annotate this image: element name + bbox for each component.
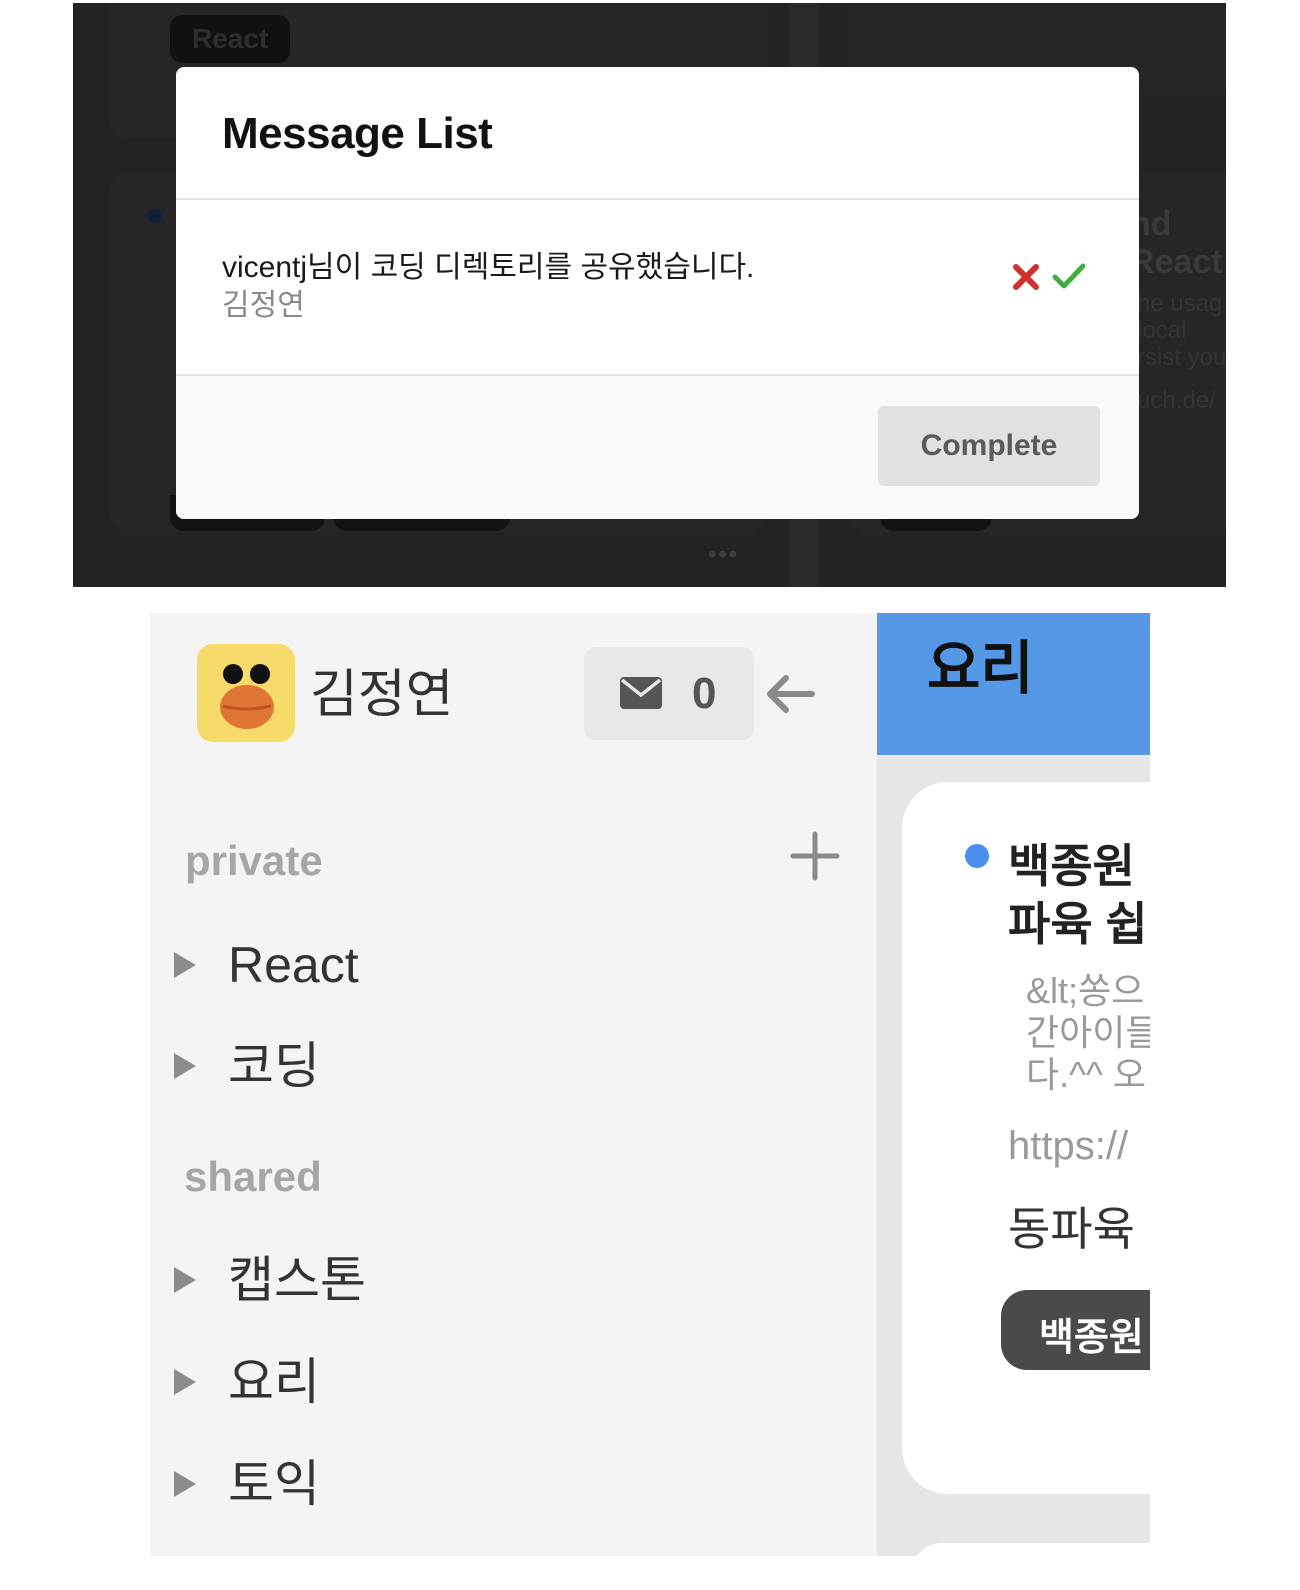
mail-button[interactable]: 0: [584, 647, 754, 740]
folder-label: 캡스톤: [228, 1252, 366, 1308]
envelope-icon: [620, 677, 662, 709]
folder-item-toeic[interactable]: 토익: [170, 1449, 730, 1529]
modal-footer: Complete: [176, 376, 1139, 519]
background-card-url: uch.de/: [1137, 387, 1216, 414]
folder-item-react[interactable]: React: [170, 930, 730, 1010]
folder-label: React: [228, 937, 359, 993]
folder-label: 요리: [228, 1354, 320, 1410]
folder-item-cooking[interactable]: 요리: [170, 1347, 730, 1427]
background-card-title: React ·: [1130, 243, 1226, 281]
plus-icon[interactable]: [789, 830, 841, 882]
bookmark-card[interactable]: [912, 1543, 1150, 1556]
sidebar-screenshot: 김정연 0 private React 코딩 shared 캡스톤 요리 토익 …: [150, 613, 1150, 1556]
folder-item-capstone[interactable]: 캡스톤: [170, 1245, 730, 1325]
folder-item-coding[interactable]: 코딩: [170, 1031, 730, 1111]
card-description: &lt;쏭으 간아이들 다.^^ 오: [1026, 970, 1150, 1095]
card-title: 백종원 파육 쉽: [1008, 840, 1148, 950]
bookmark-card[interactable]: 백종원 파육 쉽 &lt;쏭으 간아이들 다.^^ 오 https:// 동파육…: [902, 782, 1150, 1494]
background-card-desc: he usag: [1137, 290, 1223, 317]
card-tag[interactable]: 백종원: [1001, 1290, 1150, 1370]
avatar: [197, 644, 295, 742]
accept-check-icon[interactable]: [1051, 260, 1087, 292]
expand-triangle-icon[interactable]: [174, 1053, 196, 1079]
mail-count: 0: [692, 669, 717, 718]
complete-button[interactable]: Complete: [878, 406, 1100, 486]
message-list-modal: Message List vicentj님이 코딩 디렉토리를 공유했습니다. …: [176, 67, 1139, 519]
reject-x-icon[interactable]: [1011, 262, 1041, 292]
arrow-left-icon[interactable]: [764, 673, 816, 715]
private-section-label: private: [185, 837, 323, 884]
modal-header: Message List: [176, 67, 1139, 200]
expand-triangle-icon[interactable]: [174, 952, 196, 978]
sidebar: 김정연 0 private React 코딩 shared 캡스톤 요리 토익: [150, 613, 877, 1556]
expand-triangle-icon[interactable]: [174, 1369, 196, 1395]
folder-label: 토익: [228, 1456, 320, 1512]
category-header: 요리: [877, 613, 1150, 755]
shared-section-label: shared: [184, 1153, 322, 1200]
expand-triangle-icon[interactable]: [174, 1471, 196, 1497]
card-url[interactable]: https://: [1008, 1122, 1128, 1170]
modal-title: Message List: [222, 109, 493, 158]
background-card-desc: local: [1137, 317, 1187, 344]
message-modal-screenshot: React nd React · he usag local rsist you…: [73, 3, 1226, 587]
duck-face-icon: [220, 664, 274, 729]
category-title: 요리: [927, 636, 1034, 701]
message-text: vicentj님이 코딩 디렉토리를 공유했습니다.: [222, 251, 755, 284]
message-sender: 김정연: [222, 289, 305, 322]
content-area: 요리 백종원 파육 쉽 &lt;쏭으 간아이들 다.^^ 오 https:// …: [877, 613, 1150, 1556]
card-subtitle: 동파육: [1008, 1203, 1135, 1255]
expand-triangle-icon[interactable]: [174, 1267, 196, 1293]
message-item: vicentj님이 코딩 디렉토리를 공유했습니다. 김정연: [176, 200, 1139, 376]
background-dot: [148, 209, 162, 223]
folder-label: 코딩: [228, 1038, 320, 1094]
background-more-dots: •••: [708, 541, 740, 568]
status-dot: [965, 844, 989, 868]
background-tag: React: [170, 15, 291, 63]
user-name: 김정연: [310, 666, 454, 724]
background-card-desc: rsist you: [1137, 344, 1226, 371]
